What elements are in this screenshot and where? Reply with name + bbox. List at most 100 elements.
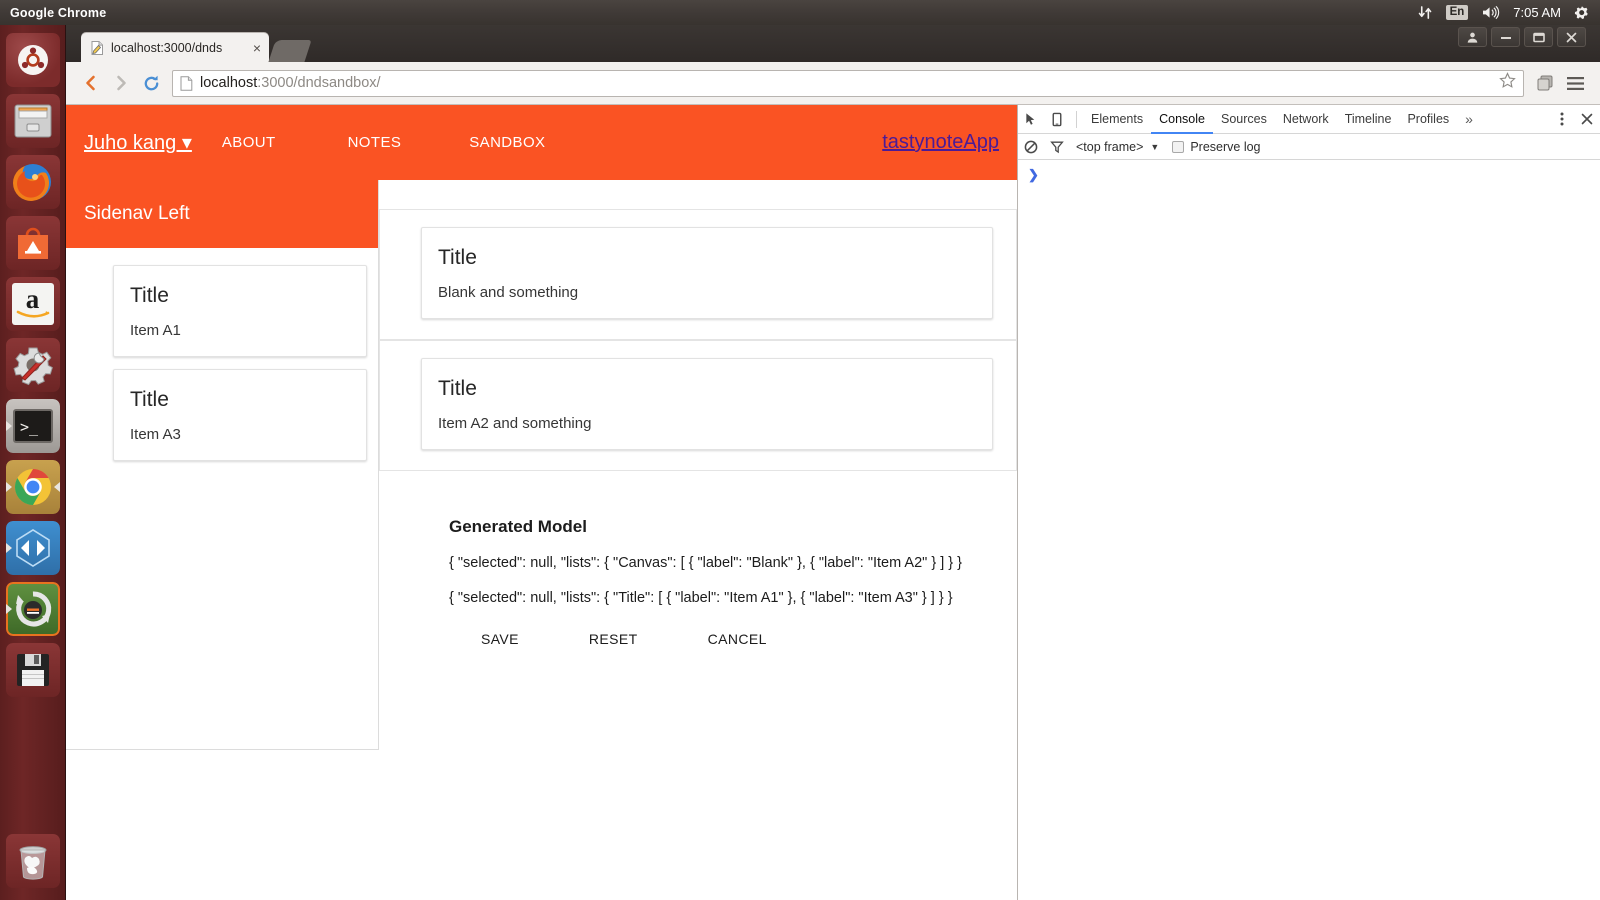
- clear-console-icon[interactable]: [1018, 135, 1044, 159]
- sidenav-card[interactable]: Title Item A3: [113, 369, 367, 461]
- generated-model-heading: Generated Model: [449, 517, 587, 536]
- launcher-item-visual-studio[interactable]: [5, 521, 60, 575]
- focused-indicator-right: [53, 482, 60, 492]
- reload-button[interactable]: [136, 68, 166, 98]
- launcher-item-disk-save[interactable]: [5, 643, 60, 697]
- card-title: Title: [130, 388, 169, 411]
- filter-icon[interactable]: [1044, 135, 1070, 159]
- page-edit-icon: [89, 40, 105, 56]
- brand-link[interactable]: tastynoteApp: [882, 131, 999, 154]
- profile-button[interactable]: [1458, 27, 1487, 47]
- sidenav-card[interactable]: Title Item A1: [113, 265, 367, 357]
- new-tab-button[interactable]: [268, 40, 312, 62]
- device-toolbar-icon[interactable]: [1044, 107, 1070, 131]
- launcher-item-ubuntu-software[interactable]: [5, 216, 60, 270]
- network-updown-icon[interactable]: [1418, 5, 1433, 20]
- address-bar[interactable]: localhost:3000/dndsandbox/: [172, 69, 1524, 97]
- frame-selector[interactable]: <top frame> ▼: [1076, 140, 1159, 154]
- preserve-log-toggle[interactable]: Preserve log: [1172, 139, 1261, 154]
- system-gear-icon[interactable]: [1574, 5, 1590, 21]
- card-body: Item A1: [130, 322, 181, 339]
- maximize-button[interactable]: [1524, 27, 1553, 47]
- close-tab-icon[interactable]: ×: [253, 41, 261, 55]
- launcher-item-google-chrome[interactable]: [5, 460, 60, 514]
- preserve-log-checkbox[interactable]: [1172, 140, 1185, 153]
- chrome-browser-window: localhost:3000/dnds × localhost:3000/dnd…: [66, 25, 1600, 900]
- back-button[interactable]: [76, 68, 106, 98]
- page-viewport: Juho kang ▾ ABOUT NOTES SANDBOX tastynot…: [66, 105, 1017, 900]
- nav-link-about[interactable]: ABOUT: [222, 134, 276, 151]
- launcher-item-software-updater[interactable]: [5, 582, 60, 636]
- canvas-area: Title Blank and something Title Item A2 …: [379, 209, 1017, 471]
- chrome-toolbar: localhost:3000/dndsandbox/: [66, 62, 1600, 105]
- card-body: Item A2 and something: [438, 415, 592, 432]
- chevron-down-icon: ▼: [1150, 141, 1160, 152]
- devtools-tab-profiles[interactable]: Profiles: [1399, 105, 1457, 134]
- launcher-item-system-settings[interactable]: [5, 338, 60, 392]
- preserve-log-label: Preserve log: [1190, 139, 1261, 154]
- keyboard-layout-indicator[interactable]: En: [1445, 5, 1469, 20]
- launcher-item-trash[interactable]: [6, 834, 60, 888]
- launcher-item-firefox[interactable]: [5, 155, 60, 209]
- reset-button[interactable]: RESET: [589, 625, 638, 653]
- inspect-element-icon[interactable]: [1018, 107, 1044, 131]
- browser-tab-title: localhost:3000/dnds: [111, 40, 223, 55]
- generated-model-section: Generated Model { "selected": null, "lis…: [379, 517, 1017, 653]
- devtools-panel: Elements Console Sources Network Timelin…: [1017, 105, 1600, 900]
- canvas-card[interactable]: Title Blank and something: [421, 227, 993, 319]
- system-tray: En 7:05 AM: [1418, 5, 1600, 21]
- close-window-button[interactable]: [1557, 27, 1586, 47]
- close-devtools-icon[interactable]: [1574, 113, 1600, 125]
- frame-selector-value: <top frame>: [1076, 139, 1144, 154]
- url-host: localhost: [200, 75, 258, 91]
- user-menu-button[interactable]: Juho kang ▾: [84, 130, 192, 155]
- ubuntu-top-panel: Google Chrome En 7:05 AM: [0, 0, 1600, 25]
- extension-icon[interactable]: [1530, 68, 1560, 98]
- console-output[interactable]: ❯: [1018, 160, 1600, 184]
- chrome-titlebar: localhost:3000/dnds ×: [66, 25, 1600, 62]
- canvas-dropzone[interactable]: Title Blank and something: [379, 209, 1017, 340]
- page-info-icon[interactable]: [180, 75, 193, 91]
- running-indicator-left: [5, 604, 12, 614]
- devtools-tab-network[interactable]: Network: [1275, 105, 1337, 134]
- card-body: Blank and something: [438, 284, 579, 301]
- address-bar-url: localhost:3000/dndsandbox/: [200, 75, 381, 91]
- running-indicator-left: [5, 543, 12, 553]
- nav-link-sandbox[interactable]: SANDBOX: [469, 134, 545, 151]
- launcher-item-amazon[interactable]: a: [5, 277, 60, 331]
- more-options-icon[interactable]: [1550, 111, 1574, 127]
- devtools-tab-console[interactable]: Console: [1151, 105, 1213, 134]
- cancel-button[interactable]: CANCEL: [708, 625, 767, 653]
- save-button[interactable]: SAVE: [481, 625, 519, 653]
- launcher-item-terminal[interactable]: >_: [5, 399, 60, 453]
- panel-clock[interactable]: 7:05 AM: [1513, 5, 1561, 20]
- app-header: Juho kang ▾ ABOUT NOTES SANDBOX tastynot…: [66, 105, 1017, 180]
- model-json-line: { "selected": null, "lists": { "Canvas":…: [449, 555, 962, 571]
- devtools-more-tabs-button[interactable]: »: [1457, 111, 1481, 127]
- star-icon[interactable]: [1499, 72, 1516, 94]
- devtools-tab-elements[interactable]: Elements: [1083, 105, 1151, 134]
- card-title: Title: [438, 377, 477, 400]
- forward-button[interactable]: [106, 68, 136, 98]
- launcher-item-files[interactable]: [5, 94, 60, 148]
- panel-app-title: Google Chrome: [10, 5, 107, 20]
- nav-link-notes[interactable]: NOTES: [348, 134, 402, 151]
- ubuntu-launcher: a >_: [0, 25, 66, 900]
- devtools-tab-sources[interactable]: Sources: [1213, 105, 1275, 134]
- canvas-dropzone[interactable]: Title Item A2 and something: [379, 340, 1017, 471]
- devtools-tabbar: Elements Console Sources Network Timelin…: [1018, 105, 1600, 134]
- url-path: :3000/dndsandbox/: [257, 75, 381, 91]
- canvas-card[interactable]: Title Item A2 and something: [421, 358, 993, 450]
- minimize-button[interactable]: [1491, 27, 1520, 47]
- sidenav-dropzone[interactable]: Title Item A1 Title Item A3: [66, 248, 378, 461]
- devtools-tab-timeline[interactable]: Timeline: [1337, 105, 1400, 134]
- sidenav-drawer: Sidenav Left Title Item A1 Title Item A3: [66, 180, 379, 750]
- launcher-item-ubuntu-dash[interactable]: [5, 33, 60, 87]
- svg-text:>_: >_: [20, 418, 39, 436]
- sidenav-title: Sidenav Left: [66, 180, 378, 248]
- browser-tab[interactable]: localhost:3000/dnds ×: [81, 33, 269, 62]
- card-body: Item A3: [130, 426, 181, 443]
- hamburger-menu-icon[interactable]: [1560, 68, 1590, 98]
- model-json-line: { "selected": null, "lists": { "Title": …: [449, 590, 953, 606]
- volume-icon[interactable]: [1481, 5, 1500, 20]
